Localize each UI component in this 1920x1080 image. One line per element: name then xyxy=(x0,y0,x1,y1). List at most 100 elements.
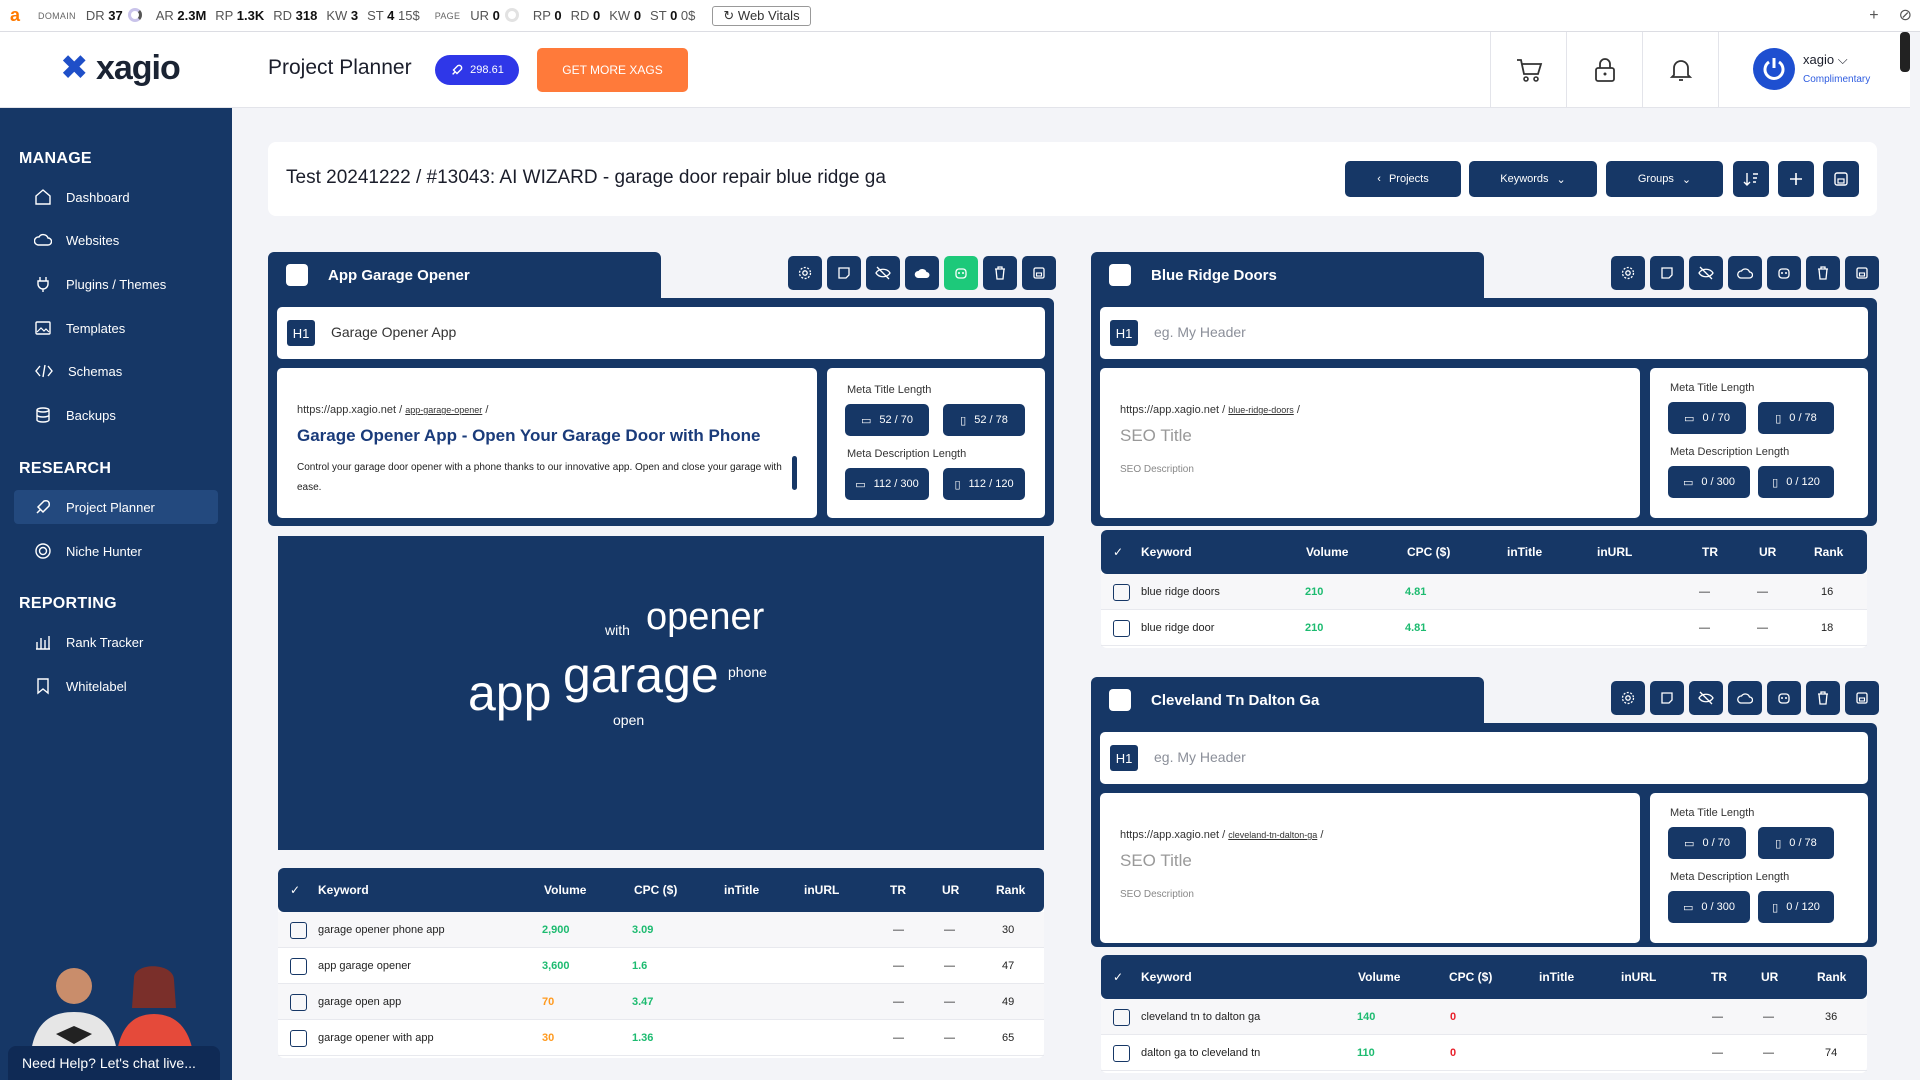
col-volume[interactable]: Volume xyxy=(544,883,586,897)
user-menu[interactable]: xagio ⌵ Complimentary xyxy=(1718,32,1910,108)
delete-button[interactable] xyxy=(983,256,1017,290)
group-checkbox[interactable] xyxy=(286,264,308,286)
web-vitals-button[interactable]: ↻ Web Vitals xyxy=(712,5,811,26)
sidebar-item-schemas[interactable]: Schemas xyxy=(14,354,218,388)
notes-button[interactable] xyxy=(827,256,861,290)
h1-text[interactable]: Garage Opener App xyxy=(331,324,456,340)
cloud-button[interactable] xyxy=(905,256,939,290)
sidebar-item-whitelabel[interactable]: Whitelabel xyxy=(14,669,218,703)
seo-description[interactable]: Control your garage door opener with a p… xyxy=(297,458,787,498)
sidebar-item-websites[interactable]: Websites xyxy=(14,223,218,257)
table-row[interactable]: cleveland tn to dalton ga 140 0 — — 36 xyxy=(1101,999,1867,1035)
delete-button[interactable] xyxy=(1806,681,1840,715)
ai-button[interactable] xyxy=(944,256,978,290)
notifications-button[interactable] xyxy=(1642,32,1718,108)
select-all-icon[interactable]: ✓ xyxy=(1113,970,1123,984)
seo-title-placeholder[interactable]: SEO Title xyxy=(1120,851,1192,871)
sidebar-item-plugins-themes[interactable]: Plugins / Themes xyxy=(14,267,218,301)
seo-title-placeholder[interactable]: SEO Title xyxy=(1120,426,1192,446)
seo-description-placeholder[interactable]: SEO Description xyxy=(1120,460,1610,480)
hide-button[interactable] xyxy=(1689,256,1723,290)
live-chat-button[interactable]: Need Help? Let's chat live... xyxy=(8,1046,220,1080)
keywords-dropdown[interactable]: Keywords ⌄ xyxy=(1469,161,1597,197)
col-intitle[interactable]: inTitle xyxy=(724,883,759,897)
keyword-cell[interactable]: blue ridge door xyxy=(1141,622,1214,634)
col-keyword[interactable]: Keyword xyxy=(318,883,369,897)
row-checkbox[interactable] xyxy=(1113,620,1130,637)
table-row[interactable]: garage open app 70 3.47 — — 49 xyxy=(278,984,1044,1020)
col-cpc[interactable]: CPC ($) xyxy=(634,883,677,897)
keyword-cell[interactable]: blue ridge doors xyxy=(1141,586,1220,598)
seo-description-placeholder[interactable]: SEO Description xyxy=(1120,885,1610,905)
h1-placeholder[interactable]: eg. My Header xyxy=(1154,749,1246,765)
row-checkbox[interactable] xyxy=(1113,1009,1130,1026)
brand-logo[interactable]: ✖ xagio xyxy=(60,48,181,88)
resize-handle[interactable] xyxy=(792,456,797,490)
table-row[interactable]: dalton ga to cleveland tn 110 0 — — 74 xyxy=(1101,1035,1867,1071)
group-name[interactable]: Blue Ridge Doors xyxy=(1151,267,1277,284)
col-tr[interactable]: TR xyxy=(1711,970,1727,984)
row-checkbox[interactable] xyxy=(290,994,307,1011)
keyword-cell[interactable]: garage opener with app xyxy=(318,1032,434,1044)
seo-title[interactable]: Garage Opener App - Open Your Garage Doo… xyxy=(297,426,760,446)
row-checkbox[interactable] xyxy=(1113,1045,1130,1062)
notes-button[interactable] xyxy=(1650,681,1684,715)
cloud-word[interactable]: with xyxy=(605,622,630,638)
keyword-cell[interactable]: dalton ga to cleveland tn xyxy=(1141,1047,1260,1059)
row-checkbox[interactable] xyxy=(290,1030,307,1047)
cloud-word[interactable]: opener xyxy=(646,596,764,639)
table-row[interactable]: garage opener phone app 2,900 3.09 — — 3… xyxy=(278,912,1044,948)
h1-placeholder[interactable]: eg. My Header xyxy=(1154,324,1246,340)
sidebar-item-rank-tracker[interactable]: Rank Tracker xyxy=(14,625,218,659)
ai-button[interactable] xyxy=(1767,256,1801,290)
col-keyword[interactable]: Keyword xyxy=(1141,970,1192,984)
save-group-button[interactable] xyxy=(1022,256,1056,290)
col-ur[interactable]: UR xyxy=(1761,970,1778,984)
groups-dropdown[interactable]: Groups ⌄ xyxy=(1606,161,1723,197)
table-row[interactable]: blue ridge doors 210 4.81 — — 16 xyxy=(1101,574,1867,610)
h1-row[interactable]: H1 Garage Opener App xyxy=(277,307,1045,359)
keyword-cell[interactable]: garage open app xyxy=(318,996,401,1008)
group-name[interactable]: App Garage Opener xyxy=(328,267,470,284)
cloud-word[interactable]: open xyxy=(613,712,644,728)
col-rank[interactable]: Rank xyxy=(1814,545,1843,559)
table-row[interactable]: garage opener with app 30 1.36 — — 65 xyxy=(278,1020,1044,1056)
sort-button[interactable] xyxy=(1733,161,1769,197)
settings-button[interactable] xyxy=(1611,681,1645,715)
col-inurl[interactable]: inURL xyxy=(804,883,839,897)
save-group-button[interactable] xyxy=(1845,256,1879,290)
ai-button[interactable] xyxy=(1767,681,1801,715)
xags-balance-badge[interactable]: 298.61 xyxy=(435,55,519,85)
notes-button[interactable] xyxy=(1650,256,1684,290)
block-icon[interactable]: ⊘ xyxy=(1899,7,1912,24)
cloud-button[interactable] xyxy=(1728,256,1762,290)
serp-preview[interactable]: https://app.xagio.net / blue-ridge-doors… xyxy=(1100,368,1640,518)
url-slug[interactable]: blue-ridge-doors xyxy=(1228,405,1294,415)
sidebar-item-dashboard[interactable]: Dashboard xyxy=(14,180,218,214)
get-more-xags-button[interactable]: GET MORE XAGS xyxy=(537,48,688,92)
hide-button[interactable] xyxy=(1689,681,1723,715)
settings-button[interactable] xyxy=(788,256,822,290)
group-checkbox[interactable] xyxy=(1109,264,1131,286)
col-intitle[interactable]: inTitle xyxy=(1507,545,1542,559)
sidebar-item-templates[interactable]: Templates xyxy=(14,311,218,345)
serp-preview[interactable]: https://app.xagio.net / cleveland-tn-dal… xyxy=(1100,793,1640,943)
url-slug[interactable]: cleveland-tn-dalton-ga xyxy=(1228,830,1317,840)
h1-row[interactable]: H1 eg. My Header xyxy=(1100,307,1868,359)
row-checkbox[interactable] xyxy=(1113,584,1130,601)
keyword-cell[interactable]: app garage opener xyxy=(318,960,411,972)
sidebar-item-project-planner[interactable]: Project Planner xyxy=(14,490,218,524)
group-checkbox[interactable] xyxy=(1109,689,1131,711)
col-inurl[interactable]: inURL xyxy=(1621,970,1656,984)
h1-row[interactable]: H1 eg. My Header xyxy=(1100,732,1868,784)
col-intitle[interactable]: inTitle xyxy=(1539,970,1574,984)
serp-preview[interactable]: https://app.xagio.net / app-garage-opene… xyxy=(277,368,817,518)
sidebar-item-backups[interactable]: Backups xyxy=(14,398,218,432)
cloud-word[interactable]: garage xyxy=(563,646,719,704)
select-all-icon[interactable]: ✓ xyxy=(1113,545,1123,559)
col-rank[interactable]: Rank xyxy=(1817,970,1846,984)
delete-button[interactable] xyxy=(1806,256,1840,290)
col-tr[interactable]: TR xyxy=(1702,545,1718,559)
table-row[interactable]: app garage opener 3,600 1.6 — — 47 xyxy=(278,948,1044,984)
row-checkbox[interactable] xyxy=(290,958,307,975)
